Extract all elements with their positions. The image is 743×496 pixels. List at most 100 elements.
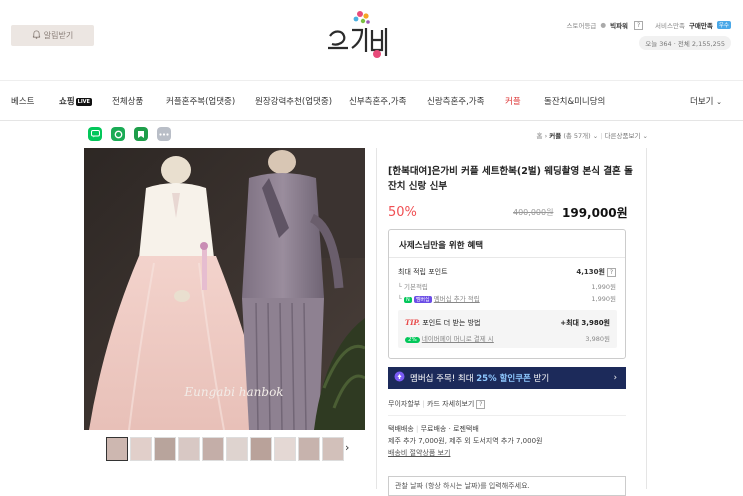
basic-label: 기본적립 [403, 283, 428, 291]
help-icon[interactable]: ? [607, 268, 616, 277]
basic-point-value: 1,990원 [591, 283, 616, 291]
thumbnail[interactable] [154, 437, 176, 461]
store-grade-label: 스토어등급 [566, 22, 597, 30]
card-detail-link[interactable]: 카드 자세히보기 [427, 400, 474, 408]
tip-row: TIP. 포인트 더 받는 방법 [405, 318, 480, 328]
more-share-icon[interactable] [157, 127, 171, 141]
live-badge: LIVE [75, 97, 92, 106]
max-point-row: 4,130원? [576, 267, 616, 277]
help-icon[interactable]: ? [476, 400, 486, 409]
alarm-button[interactable]: 알림받기 [11, 25, 94, 46]
breadcrumb: 홈 › 커플 (총 57개) ⌄ | 다른상품보기 ⌄ [536, 132, 648, 140]
shipping-extra: 제주 추가 7,000원, 제주 외 도서지역 추가 7,000원 [388, 437, 543, 445]
nav-shopping-label: 쇼핑 [59, 97, 75, 107]
thumbnail[interactable] [274, 437, 296, 461]
share-buttons [88, 127, 171, 141]
medal-icon: ● [600, 21, 607, 29]
nav-item-recommend[interactable]: 원장강력추천(업댓중) [255, 95, 332, 107]
thumbnail[interactable] [202, 437, 224, 461]
installment-label: 무이자할부 [388, 400, 421, 408]
nav-more[interactable]: 더보기 ⌄ [690, 95, 722, 107]
banner-suffix: 받기 [533, 374, 550, 384]
today-visits: 오늘 364 [645, 40, 672, 48]
band-share-icon[interactable] [111, 127, 125, 141]
member-point-link[interactable]: 멤버십 추가 적립 [434, 295, 480, 303]
max-point-value: 4,130원 [576, 268, 605, 276]
service-label: 서비스만족 [655, 22, 685, 30]
shipping-free: 무료배송 [420, 425, 447, 433]
bookmark-share-icon[interactable] [134, 127, 148, 141]
thumbnail[interactable] [130, 437, 152, 461]
thumbnail[interactable] [178, 437, 200, 461]
pay-row: 2% 네이버페이 머니로 결제 시 [405, 333, 494, 343]
store-grade-value: 빅파워 [610, 22, 629, 30]
shipping-saving-link-row: 배송비 절약상품 보기 [388, 448, 450, 458]
chevron-down-icon: ⌄ [592, 132, 599, 140]
member-point-row: └ N 멤버십 멤버십 추가 적립 [398, 295, 480, 303]
member-point-value: 1,990원 [591, 295, 616, 303]
chevron-down-icon: ⌄ [716, 98, 723, 106]
discount-rate: 50% [388, 205, 417, 220]
nav-item-dol-party[interactable]: 돌잔치&미니당의 [544, 95, 605, 107]
tip-value: +최대 3,980원 [560, 319, 610, 327]
benefit-title: 사제스님만을 위한 혜택 [399, 241, 484, 251]
coupon-icon [394, 371, 405, 385]
banner-prefix: 멤버십 주목! 최대 [410, 374, 474, 384]
breadcrumb-sep: › [544, 132, 548, 140]
thumbnail[interactable] [226, 437, 248, 461]
nav-item-bride-family[interactable]: 신부측혼주,가족 [349, 95, 406, 107]
help-icon[interactable]: ? [634, 20, 644, 30]
store-info: 스토어등급 ● 빅파워 ? 서비스만족 구매만족 우수 오늘 364 · 전체 … [567, 20, 731, 50]
shipping-carrier: 로젠택배 [453, 425, 479, 433]
naver-n-icon: N [403, 297, 412, 303]
thumbnail[interactable] [322, 437, 344, 461]
service-badge: 우수 [716, 21, 731, 29]
store-header: 알림받기 스토어등급 ● 빅파워 ? 서비스만족 구매만족 우수 오늘 364 … [0, 0, 743, 80]
tip-text: 포인트 더 받는 방법 [422, 319, 481, 327]
thumbnail-strip [106, 437, 344, 461]
membership-coupon-banner[interactable]: 멤버십 주목! 최대 25% 할인쿠폰 받기 › [388, 367, 626, 389]
pay-link[interactable]: 네이버페이 머니로 결제 시 [422, 335, 494, 343]
alarm-label: 알림받기 [43, 31, 74, 40]
nav-item-couple-honju[interactable]: 커플혼주복(업댓중) [166, 95, 235, 107]
nav-item-shopping-live[interactable]: 쇼핑 LIVE [59, 95, 92, 107]
banner-highlight: 25% 할인쿠폰 [476, 374, 531, 384]
thumbnail[interactable] [106, 437, 128, 461]
nav-item-couple[interactable]: 커플 [505, 95, 521, 107]
member-badge: 멤버십 [413, 296, 432, 303]
chevron-right-icon[interactable]: › [345, 441, 349, 454]
thumbnail[interactable] [250, 437, 272, 461]
product-main-image[interactable]: Eungabi hanbok [84, 148, 365, 430]
bell-icon [32, 30, 41, 41]
nav-item-all[interactable]: 전체상품 [112, 95, 143, 107]
installment-row: 무이자할부 | 카드 자세히보기? [388, 399, 486, 409]
benefit-box: 사제스님만을 위한 혜택 최대 적립 포인트 4,130원? └ 기본적립 1,… [388, 229, 626, 359]
sale-price: 199,000원 [562, 206, 628, 220]
nav-item-groom-family[interactable]: 신랑측혼주,가족 [427, 95, 484, 107]
product-title: [한복대여]은가비 커플 세트한복(2벌) 웨딩촬영 본식 결혼 돌잔치 신랑 … [388, 166, 633, 192]
request-input[interactable]: 관찰 날짜 (항상 하시는 날짜)를 입력해주세요. [388, 476, 626, 496]
pay-badge: 2% [405, 337, 420, 343]
breadcrumb-count: (총 57개) [563, 132, 591, 140]
chevron-down-icon: ⌄ [642, 132, 648, 140]
thumbnail[interactable] [298, 437, 320, 461]
store-logo[interactable] [322, 8, 394, 60]
breadcrumb-current[interactable]: 커플 [549, 132, 561, 140]
nav-item-best[interactable]: 베스트 [11, 95, 34, 107]
nav-more-label: 더보기 [690, 97, 714, 107]
chevron-right-icon: › [613, 373, 617, 383]
tip-box: TIP. 포인트 더 받는 방법 +최대 3,980원 2% 네이버페이 머니로… [398, 310, 617, 348]
divider [389, 257, 625, 258]
divider [388, 415, 626, 416]
breadcrumb-home[interactable]: 홈 [537, 132, 543, 140]
category-nav: 베스트 쇼핑 LIVE 전체상품 커플혼주복(업댓중) 원장강력추천(업댓중) 신… [0, 80, 743, 121]
breadcrumb-next[interactable]: 다른상품보기 [605, 132, 641, 140]
shipping-row: 택배배송 | 무료배송 · 로젠택배 [388, 425, 479, 433]
shipping-saving-link[interactable]: 배송비 절약상품 보기 [388, 449, 450, 457]
talk-share-icon[interactable] [88, 127, 102, 141]
service-value: 구매만족 [688, 22, 713, 30]
max-point-label: 최대 적립 포인트 [398, 268, 448, 276]
image-watermark: Eungabi hanbok [183, 385, 283, 399]
basic-point-label: └ 기본적립 [398, 283, 428, 291]
pay-value: 3,980원 [585, 335, 610, 343]
